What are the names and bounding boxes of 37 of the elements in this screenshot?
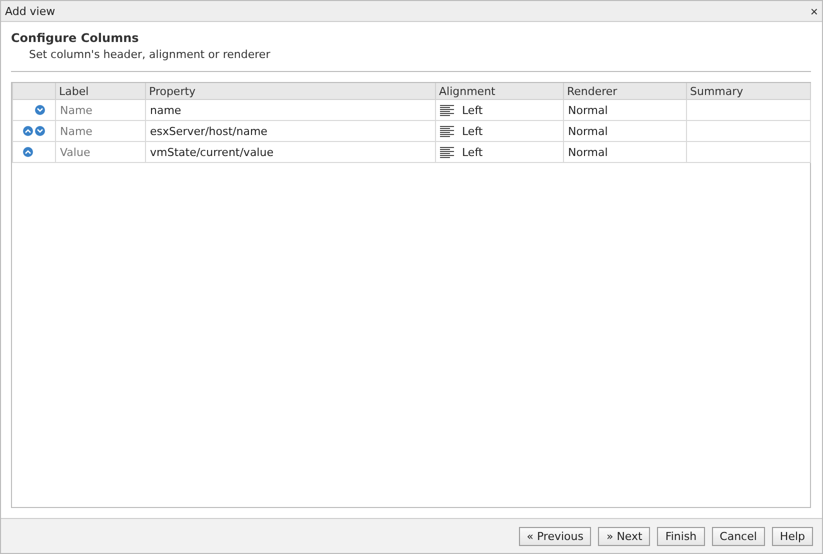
chevron-up-icon [25,150,31,154]
move-up-button[interactable] [23,147,33,158]
alignment-text: Left [462,146,483,158]
dialog-button[interactable]: » Next [598,526,650,546]
align-left-icon [440,146,454,158]
align-left-icon [440,104,454,116]
chevron-down-icon [37,129,43,134]
align-left-icon [440,126,454,137]
move-down-button[interactable] [35,126,45,136]
window-title: Add view [5,4,56,18]
move-down-button[interactable] [35,105,45,116]
column-header[interactable]: Property [146,83,436,100]
section-subtitle: Set column's header, alignment or renderer [29,48,272,61]
alignment-text: Left [462,104,483,116]
table-cell: Normal [564,120,686,142]
column-header[interactable]: Alignment [436,83,564,100]
chevron-up-icon [25,129,31,134]
table-cell: Normal [564,142,686,162]
dialog-button[interactable]: Cancel [712,526,765,546]
table-cell: esxServer/host/name [146,120,436,142]
move-up-button[interactable] [23,126,33,136]
close-button[interactable]: × [810,4,818,18]
dialog-button[interactable]: « Previous [518,526,592,546]
column-header[interactable]: Label [56,83,146,100]
dialog-button[interactable]: Finish [657,526,705,546]
alignment-text: Left [462,124,483,138]
table-cell: Name [56,100,146,120]
dialog-button[interactable]: Help [772,526,813,546]
section-title: Configure Columns [11,31,140,45]
table-cell: Name [56,120,146,142]
table-cell: name [146,100,436,120]
column-header[interactable]: Summary [686,83,810,100]
table-cell: Normal [564,100,686,120]
table-cell: vmState/current/value [146,142,436,162]
table-cell: Value [56,142,146,162]
chevron-down-icon [37,108,43,112]
column-header[interactable]: Renderer [564,83,686,100]
